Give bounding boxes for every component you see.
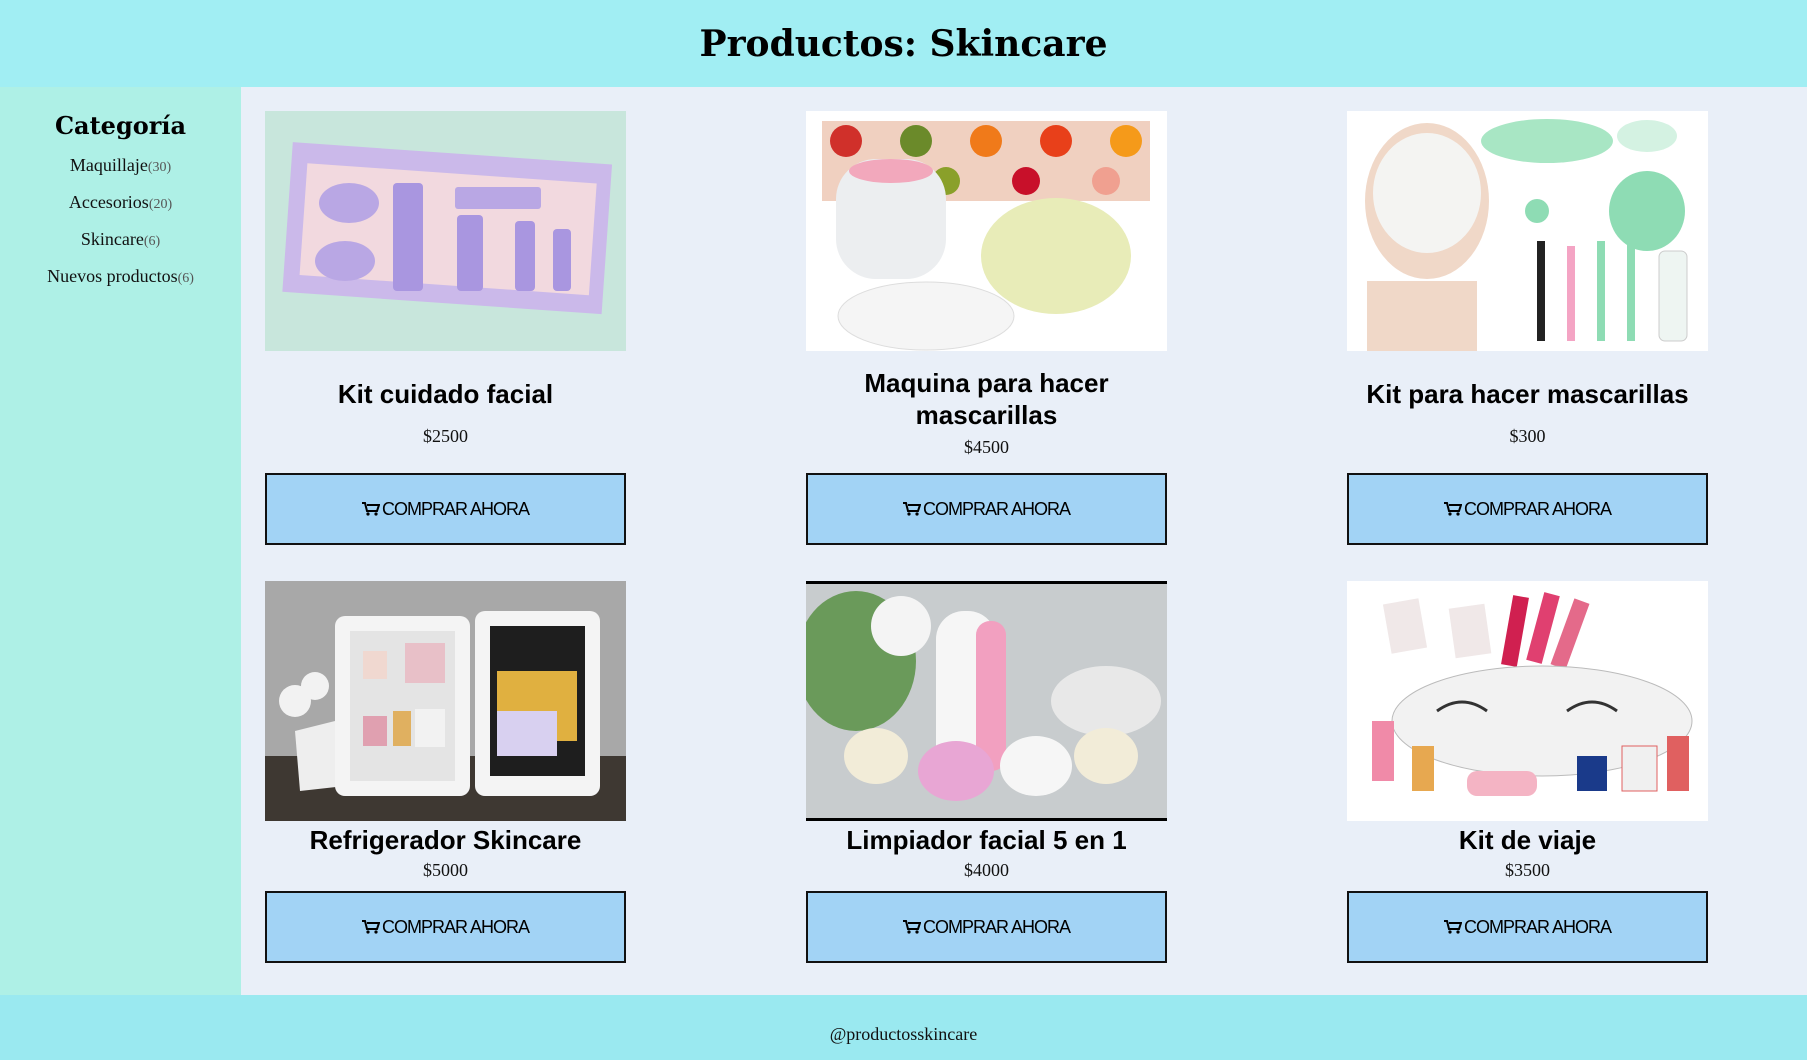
cart-icon xyxy=(902,502,921,516)
cart-icon xyxy=(1443,502,1462,516)
category-label: Maquillaje xyxy=(69,155,148,175)
category-count: (20) xyxy=(148,197,173,212)
product-image-travel-kit[interactable] xyxy=(1347,581,1708,821)
buy-now-label: COMPRAR AHORA xyxy=(381,916,530,937)
cart-icon xyxy=(902,920,921,934)
page-title: Productos: Skincare xyxy=(699,22,1108,65)
category-label: Nuevos productos xyxy=(47,266,178,286)
product-info: Kit de viaje $3500 xyxy=(1347,821,1708,883)
product-image-mask-kit[interactable] xyxy=(1347,111,1708,351)
cart-icon xyxy=(1443,920,1462,934)
product-price: $4500 xyxy=(964,436,1009,457)
product-title: Kit cuidado facial xyxy=(337,378,554,409)
category-count: (30) xyxy=(147,160,172,175)
buy-now-label: COMPRAR AHORA xyxy=(922,916,1071,937)
product-card: Maquina para hacer mascarillas $4500 COM… xyxy=(806,111,1167,545)
sidebar-item-maquillaje[interactable]: Maquillaje(30) xyxy=(0,148,241,185)
product-price: $5000 xyxy=(423,859,468,880)
buy-now-button[interactable]: COMPRAR AHORA xyxy=(1347,473,1708,545)
category-label: Skincare xyxy=(80,229,144,249)
product-image-skincare-kit[interactable] xyxy=(265,111,626,351)
sidebar-heading: Categoría xyxy=(54,111,187,140)
category-count: (6) xyxy=(177,271,194,286)
product-info: Refrigerador Skincare $5000 xyxy=(265,821,626,883)
product-card: Kit cuidado facial $2500 COMPRAR AHORA xyxy=(265,111,626,545)
product-title: Limpiador facial 5 en 1 xyxy=(846,824,1127,855)
buy-now-button[interactable]: COMPRAR AHORA xyxy=(806,891,1167,963)
buy-now-button[interactable]: COMPRAR AHORA xyxy=(265,891,626,963)
product-info: Kit para hacer mascarillas $300 xyxy=(1347,351,1708,473)
product-price: $300 xyxy=(1509,425,1546,446)
product-info: Maquina para hacer mascarillas $4500 xyxy=(806,351,1167,473)
page-header: Productos: Skincare xyxy=(0,0,1807,87)
category-list: Maquillaje(30) Accesorios(20) Skincare(6… xyxy=(0,148,241,296)
buy-now-label: COMPRAR AHORA xyxy=(922,498,1071,519)
product-title: Kit para hacer mascarillas xyxy=(1366,378,1689,409)
buy-now-label: COMPRAR AHORA xyxy=(381,498,530,519)
product-title: Maquina para hacer mascarillas xyxy=(864,367,1109,430)
buy-now-label: COMPRAR AHORA xyxy=(1463,498,1612,519)
footer-handle[interactable]: @productosskincare xyxy=(830,1024,978,1045)
product-card: Refrigerador Skincare $5000 COMPRAR AHOR… xyxy=(265,581,626,963)
product-title: Refrigerador Skincare xyxy=(309,824,582,855)
category-label: Accesorios xyxy=(68,192,149,212)
product-price: $4000 xyxy=(964,859,1009,880)
sidebar-item-skincare[interactable]: Skincare(6) xyxy=(0,222,241,259)
sidebar-item-nuevos-productos[interactable]: Nuevos productos(6) xyxy=(0,259,241,296)
product-title: Kit de viaje xyxy=(1458,824,1597,855)
sidebar-item-accesorios[interactable]: Accesorios(20) xyxy=(0,185,241,222)
product-card: Kit para hacer mascarillas $300 COMPRAR … xyxy=(1347,111,1708,545)
cart-icon xyxy=(361,920,380,934)
product-card: Limpiador facial 5 en 1 $4000 COMPRAR AH… xyxy=(806,581,1167,963)
product-price: $3500 xyxy=(1505,859,1550,880)
product-grid: Kit cuidado facial $2500 COMPRAR AHORA M… xyxy=(241,87,1807,995)
category-count: (6) xyxy=(143,234,161,249)
product-image-mask-machine[interactable] xyxy=(806,111,1167,351)
product-image-facial-cleanser[interactable] xyxy=(806,581,1167,821)
product-info: Limpiador facial 5 en 1 $4000 xyxy=(806,821,1167,883)
product-image-skincare-fridge[interactable] xyxy=(265,581,626,821)
product-card: Kit de viaje $3500 COMPRAR AHORA xyxy=(1347,581,1708,963)
buy-now-label: COMPRAR AHORA xyxy=(1463,916,1612,937)
buy-now-button[interactable]: COMPRAR AHORA xyxy=(1347,891,1708,963)
page-footer: @productosskincare xyxy=(0,995,1807,1060)
buy-now-button[interactable]: COMPRAR AHORA xyxy=(265,473,626,545)
category-sidebar: Categoría Maquillaje(30) Accesorios(20) … xyxy=(0,87,241,995)
product-price: $2500 xyxy=(423,425,468,446)
product-info: Kit cuidado facial $2500 xyxy=(265,351,626,473)
cart-icon xyxy=(361,502,380,516)
buy-now-button[interactable]: COMPRAR AHORA xyxy=(806,473,1167,545)
